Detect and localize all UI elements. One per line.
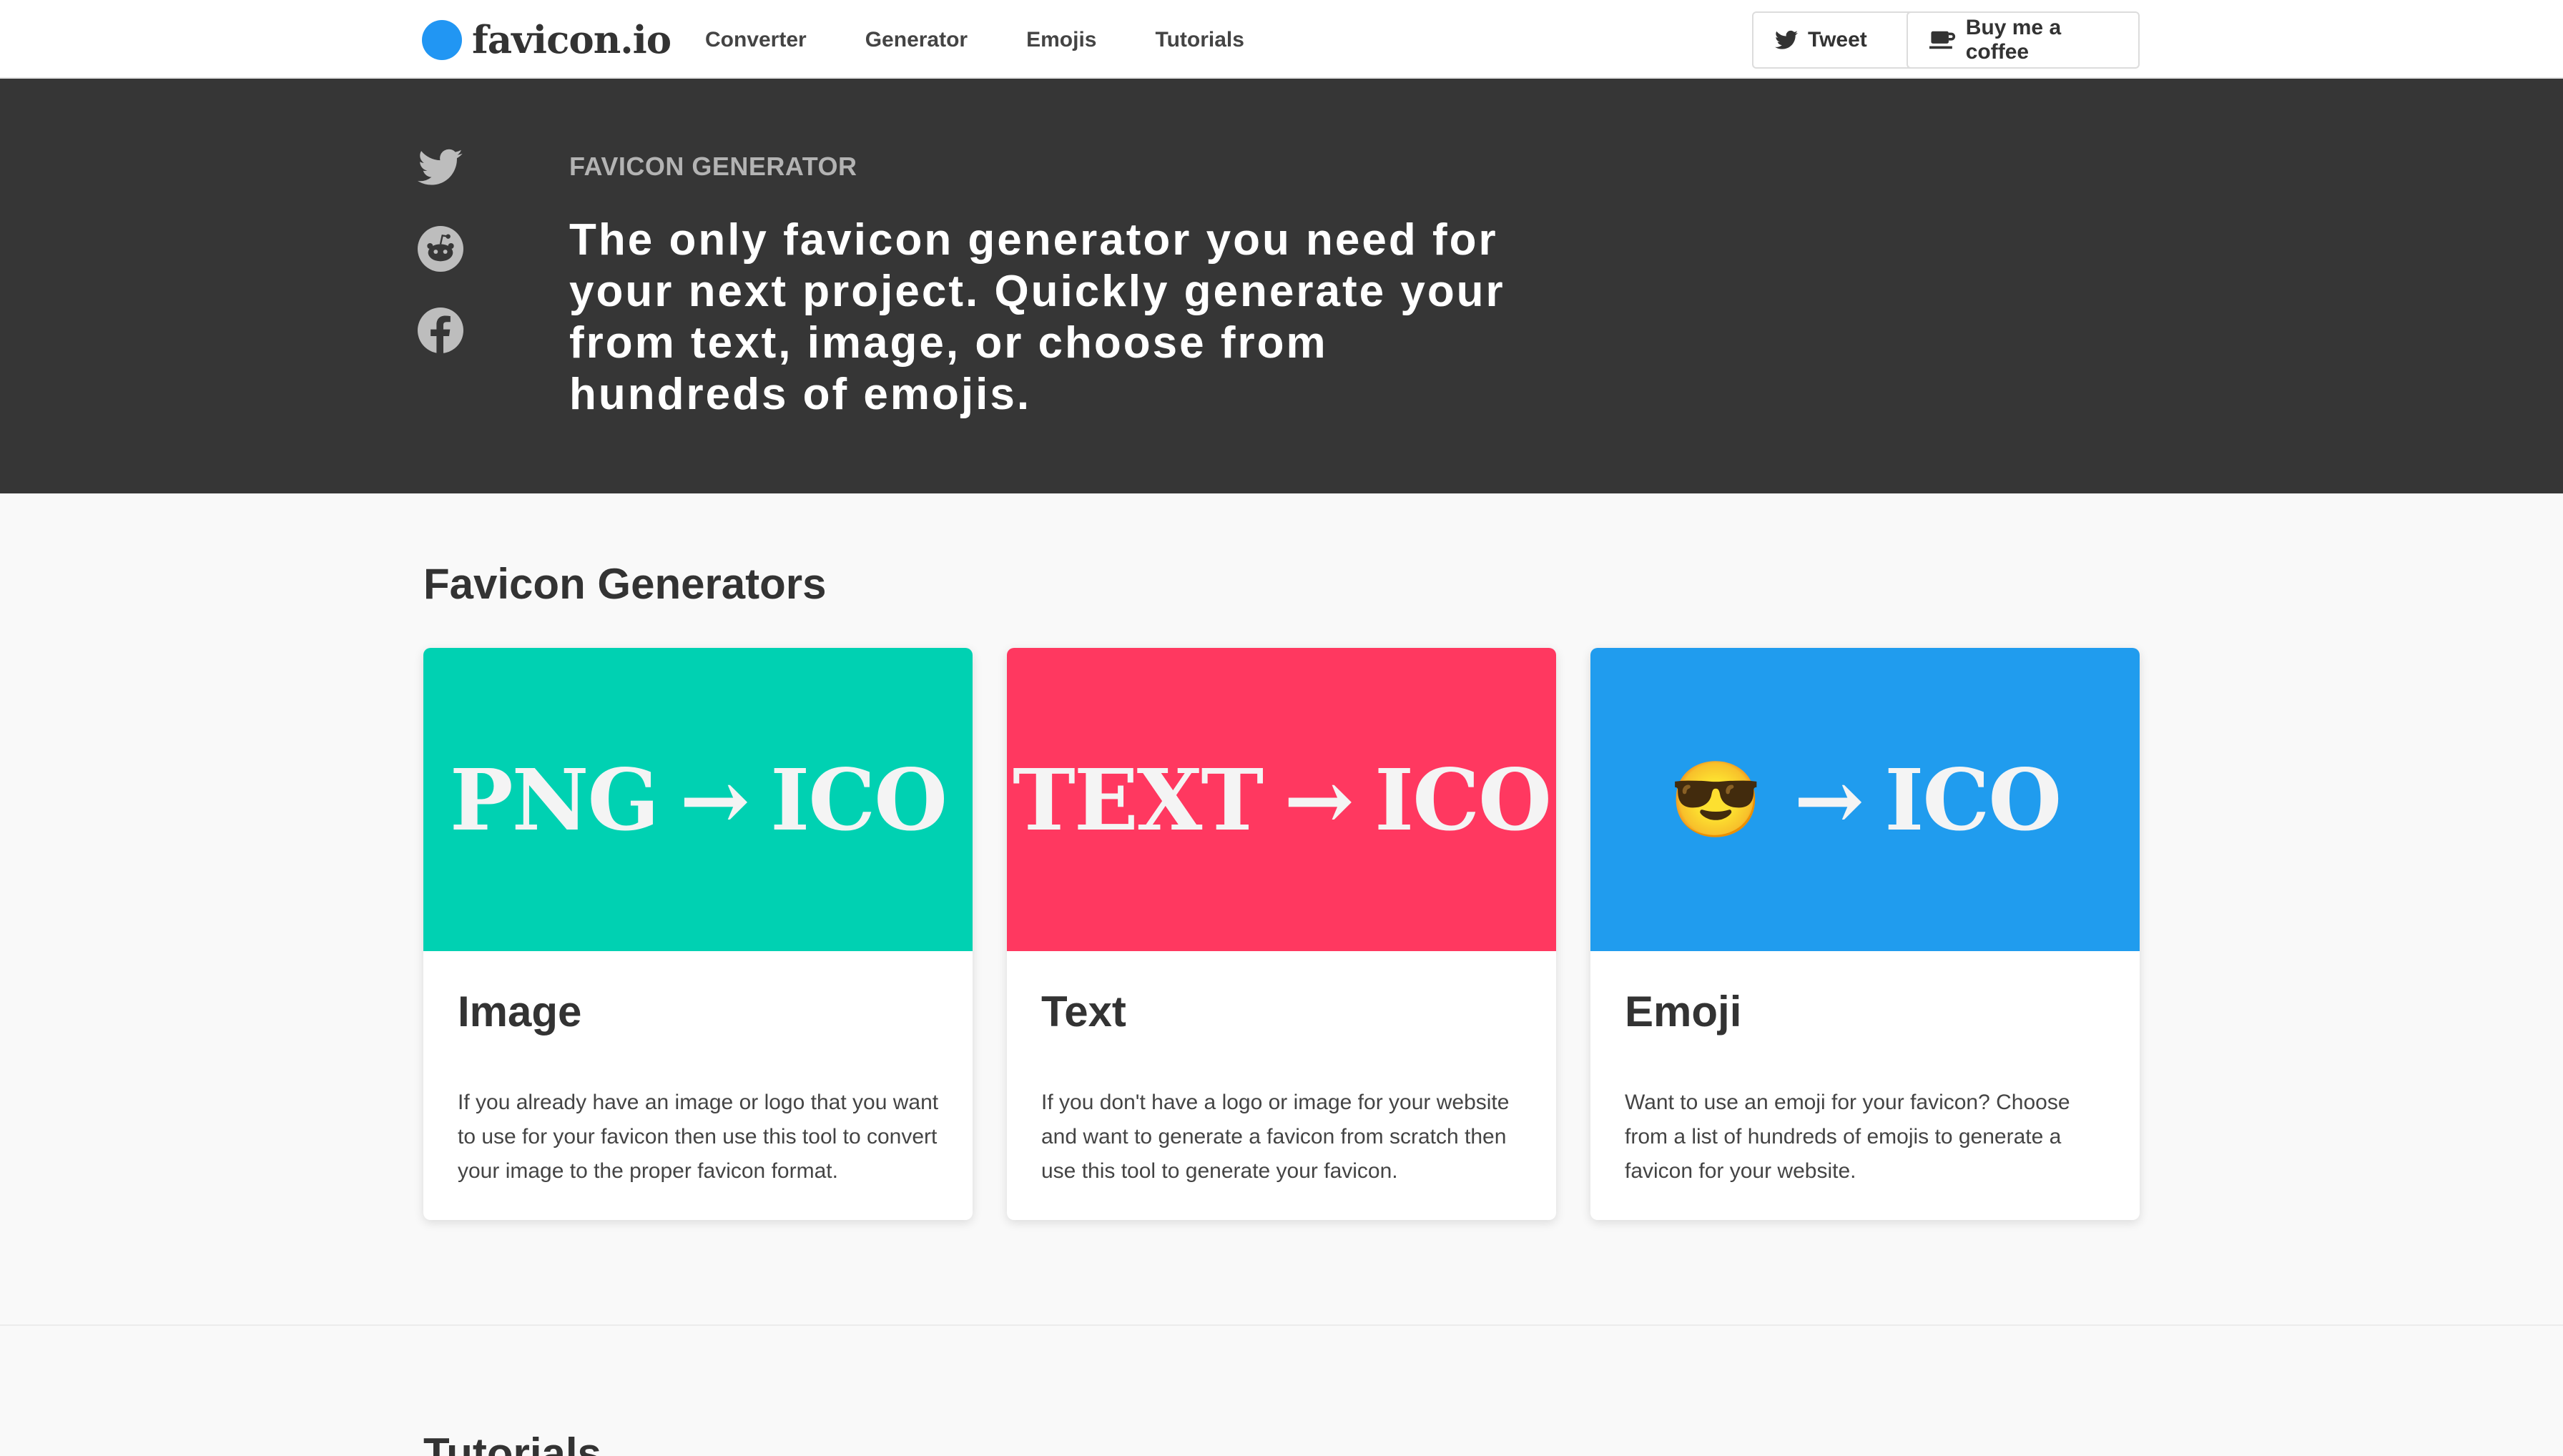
section-title: Favicon Generators: [423, 560, 827, 608]
banner-text: PNG → ICO: [449, 749, 948, 850]
sunglasses-emoji-icon: 😎: [1669, 755, 1762, 843]
banner-target: ICO: [1884, 749, 2062, 850]
arrow-icon: →: [679, 749, 750, 850]
top-navbar: favicon.io Converter Generator Emojis Tu…: [0, 0, 2563, 79]
arrow-icon: →: [1284, 749, 1354, 850]
card-title: Emoji: [1625, 988, 1742, 1036]
text-generator-card[interactable]: TEXT → ICO Text If you don't have a logo…: [1007, 648, 1556, 1220]
buy-coffee-button[interactable]: Buy me a coffee: [1907, 11, 2140, 69]
twitter-share-icon[interactable]: [418, 144, 463, 190]
card-description: If you already have an image or logo tha…: [458, 1091, 939, 1183]
reddit-share-icon[interactable]: [418, 226, 463, 272]
nav-link-emojis[interactable]: Emojis: [1026, 28, 1096, 52]
image-generator-card[interactable]: PNG → ICO Image If you already have an i…: [423, 648, 973, 1220]
brand-dot-icon: [422, 20, 462, 60]
card-banner: 😎 → ICO: [1590, 648, 2140, 951]
main-nav: Converter Generator Emojis Tutorials: [705, 23, 1303, 57]
nav-link-converter[interactable]: Converter: [705, 28, 807, 52]
brand-name: favicon.io: [472, 18, 672, 62]
banner-target: ICO: [1374, 749, 1552, 850]
banner-text: TEXT → ICO: [1013, 749, 1552, 850]
hero-section: FAVICON GENERATOR The only favicon gener…: [0, 79, 2563, 493]
card-banner: TEXT → ICO: [1007, 648, 1556, 951]
banner-target: ICO: [770, 749, 948, 850]
arrow-icon: →: [1794, 749, 1864, 850]
tutorials-title: Tutorials: [423, 1430, 601, 1456]
brand-logo-link[interactable]: favicon.io: [422, 18, 672, 62]
buy-coffee-label: Buy me a coffee: [1965, 16, 2062, 64]
banner-source: TEXT: [1013, 749, 1264, 850]
card-title: Image: [458, 988, 582, 1036]
banner-source: PNG: [449, 749, 659, 850]
nav-link-generator[interactable]: Generator: [865, 28, 968, 52]
card-description: If you don't have a logo or image for yo…: [1041, 1091, 1510, 1183]
card-banner: PNG → ICO: [423, 648, 973, 951]
coffee-icon: [1929, 31, 1956, 49]
section-divider: [0, 1324, 2563, 1326]
facebook-share-icon[interactable]: [418, 308, 463, 353]
emoji-generator-card[interactable]: 😎 → ICO Emoji Want to use an emoji for y…: [1590, 648, 2140, 1220]
hero-headline: The only favicon generator you need for …: [569, 215, 1505, 419]
twitter-icon: [1775, 30, 1798, 49]
tweet-button-label: Tweet: [1808, 28, 1867, 51]
card-title: Text: [1041, 988, 1126, 1036]
nav-link-tutorials[interactable]: Tutorials: [1155, 28, 1244, 52]
hero-kicker: FAVICON GENERATOR: [569, 152, 857, 181]
banner-text: 😎 → ICO: [1669, 749, 2062, 850]
card-description: Want to use an emoji for your favicon? C…: [1625, 1091, 2070, 1183]
